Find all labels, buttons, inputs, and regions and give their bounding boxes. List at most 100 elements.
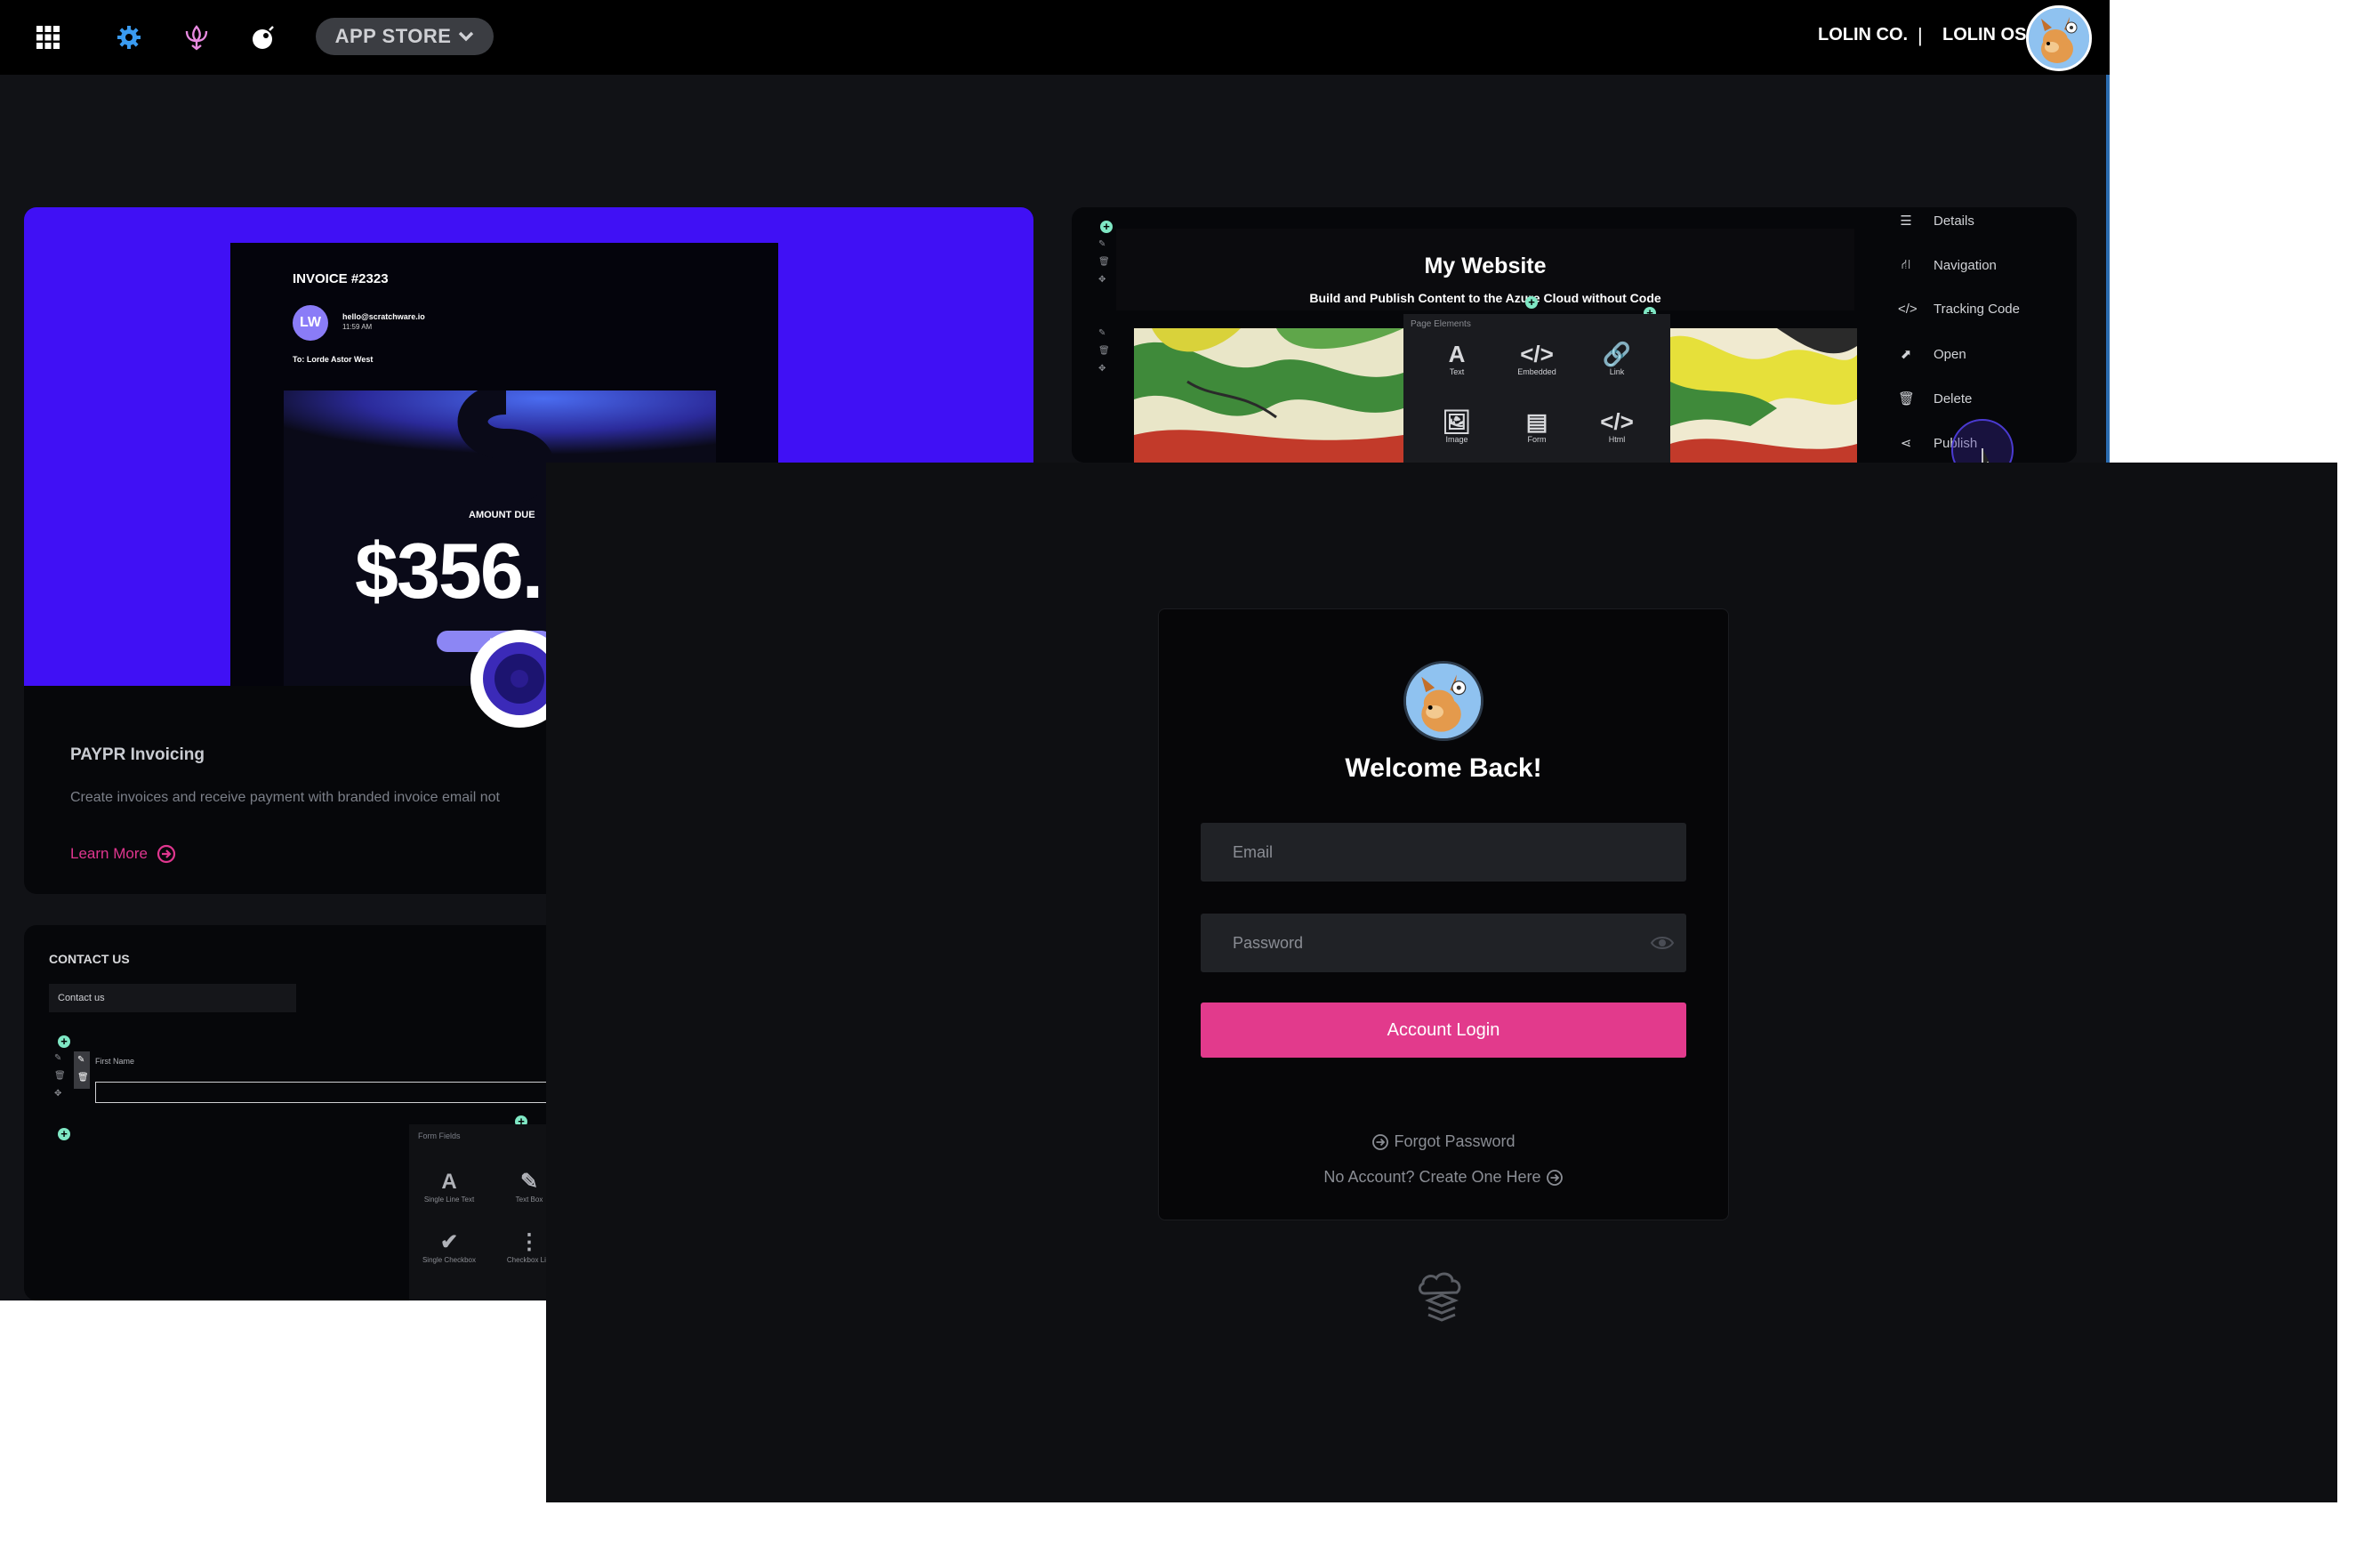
- font-icon: A: [441, 1170, 457, 1194]
- trash-icon[interactable]: 🗑: [77, 1073, 89, 1083]
- forgot-password-link[interactable]: Forgot Password: [1159, 1132, 1728, 1151]
- menu-item-navigation[interactable]: ⛙ Navigation: [1898, 257, 1997, 274]
- welcome-heading: Welcome Back!: [1345, 753, 1542, 783]
- menu-item-open[interactable]: ⬈ Open: [1898, 346, 1966, 363]
- list-icon: ☰: [1900, 213, 1912, 229]
- share-icon: ⋖: [1900, 436, 1912, 451]
- website-builder-card[interactable]: + ✎ 🗑 ✥ ✎ 🗑 ✥ My Website Build and Publi…: [1072, 207, 2077, 463]
- link-element-button[interactable]: 🔗 Link: [1581, 341, 1652, 376]
- email-field[interactable]: [1201, 823, 1686, 882]
- learn-more-link[interactable]: Learn More: [70, 844, 176, 864]
- single-line-text-button[interactable]: A Single Line Text: [409, 1169, 489, 1204]
- open-external-icon: ⬈: [1900, 347, 1912, 362]
- menu-item-details[interactable]: ☰ Details: [1898, 213, 1974, 229]
- website-subtitle: Build and Publish Content to the Azure C…: [1309, 291, 1661, 305]
- amount-due-label: AMOUNT DUE: [469, 510, 535, 520]
- check-icon: ✔: [439, 1230, 459, 1254]
- form-field-label: Single Line Text: [423, 1196, 475, 1204]
- page-elements-panel: Page Elements A Text </> Embedded 🔗 Link…: [1403, 314, 1670, 463]
- app-name: PAYPR Invoicing: [70, 745, 205, 764]
- menu-item-label: Open: [1934, 346, 1966, 362]
- menu-item-delete[interactable]: 🗑 Delete: [1898, 391, 1972, 407]
- website-title: My Website: [1424, 254, 1547, 278]
- menu-item-label: Tracking Code: [1934, 302, 2020, 317]
- trash-icon[interactable]: 🗑: [1098, 257, 1110, 267]
- html-element-button[interactable]: </> Html: [1581, 408, 1652, 444]
- window-scrollbar[interactable]: [2106, 75, 2110, 463]
- apps-grid-icon[interactable]: [28, 18, 68, 57]
- dog-avatar-icon[interactable]: [2026, 5, 2092, 71]
- element-label: Text: [1449, 367, 1465, 376]
- show-password-eye-icon[interactable]: [1650, 931, 1675, 954]
- page-elements-title: Page Elements: [1411, 319, 1471, 329]
- lotus-icon[interactable]: [177, 18, 216, 57]
- trash-icon[interactable]: 🗑: [54, 1071, 66, 1081]
- arrow-circle-right-icon: [1546, 1170, 1563, 1187]
- form-icon: ▤: [1525, 408, 1548, 435]
- menu-item-label: Navigation: [1934, 258, 1997, 273]
- first-name-label: First Name: [95, 1057, 135, 1066]
- form-fields-title: Form Fields: [418, 1131, 461, 1140]
- login-window: Welcome Back! Account Login Forgot Passw…: [546, 463, 2337, 1502]
- element-label: Html: [1608, 435, 1626, 444]
- code-icon: </>: [1520, 341, 1554, 367]
- menu-item-label: Details: [1934, 213, 1974, 229]
- element-label: Image: [1445, 435, 1468, 444]
- arrow-circle-right-icon: [157, 844, 176, 864]
- element-label: Link: [1609, 367, 1625, 376]
- cloud-layers-icon: [1418, 1272, 1461, 1322]
- form-field-label: Single Checkbox: [422, 1256, 477, 1264]
- forgot-password-label: Forgot Password: [1394, 1132, 1516, 1150]
- arrow-circle-right-icon: [1372, 1134, 1389, 1151]
- move-icon[interactable]: ✥: [54, 1089, 61, 1099]
- website-header-block[interactable]: My Website Build and Publish Content to …: [1116, 229, 1854, 310]
- banner-photo-right: [1670, 328, 1857, 463]
- menu-item-tracking-code[interactable]: </> Tracking Code: [1898, 302, 2020, 317]
- password-field[interactable]: [1201, 914, 1686, 972]
- html-icon: </>: [1600, 408, 1634, 435]
- form-element-button[interactable]: ▤ Form: [1501, 408, 1572, 444]
- menu-item-label: Delete: [1934, 391, 1973, 407]
- add-element-icon[interactable]: +: [1525, 296, 1538, 309]
- edit-icon[interactable]: ✎: [1098, 328, 1106, 338]
- add-field-icon[interactable]: +: [58, 1128, 70, 1140]
- contact-title: CONTACT US: [49, 952, 130, 966]
- top-bar: APP STORE LOLIN CO. | LOLIN OS: [0, 0, 2110, 75]
- trash-icon[interactable]: 🗑: [1098, 346, 1110, 356]
- bomb-icon[interactable]: [245, 18, 284, 57]
- app-store-label: APP STORE: [334, 25, 452, 47]
- learn-more-label: Learn More: [70, 845, 148, 862]
- invoice-time: 11:59 AM: [342, 323, 373, 331]
- edit-icon[interactable]: ✎: [77, 1055, 84, 1065]
- sender-email: hello@scratchware.io: [342, 312, 425, 321]
- trash-icon: 🗑: [1898, 391, 1916, 407]
- edit-icon[interactable]: ✎: [1098, 239, 1106, 249]
- gear-icon[interactable]: [109, 18, 149, 57]
- sitemap-icon: ⛙: [1901, 257, 1911, 272]
- chevron-down-icon: [459, 31, 474, 42]
- create-account-link[interactable]: No Account? Create One Here: [1159, 1168, 1728, 1187]
- website-action-menu: ☰ Details ⛙ Navigation </> Tracking Code…: [1887, 207, 2065, 463]
- contact-heading-field[interactable]: Contact us: [49, 984, 296, 1012]
- login-card: Welcome Back! Account Login Forgot Passw…: [1158, 608, 1729, 1220]
- move-icon[interactable]: ✥: [1098, 275, 1106, 285]
- app-store-button[interactable]: APP STORE: [316, 18, 494, 55]
- contact-us-card[interactable]: CONTACT US Contact us + ✎ 🗑 ✥ ✎ 🗑 First …: [24, 925, 575, 1300]
- dog-avatar-icon: [1403, 661, 1483, 741]
- image-element-button[interactable]: 🖼 Image: [1421, 408, 1492, 444]
- font-icon: A: [1448, 341, 1466, 367]
- link-icon: 🔗: [1602, 341, 1632, 367]
- invoice-recipient: To: Lorde Astor West: [293, 355, 374, 364]
- single-checkbox-button[interactable]: ✔ Single Checkbox: [409, 1229, 489, 1264]
- add-field-icon[interactable]: +: [58, 1035, 70, 1048]
- edit-icon[interactable]: ✎: [54, 1053, 61, 1063]
- text-element-button[interactable]: A Text: [1421, 341, 1492, 376]
- title-separator: |: [1918, 24, 1923, 46]
- first-name-input[interactable]: [95, 1082, 575, 1103]
- create-account-label: No Account? Create One Here: [1323, 1168, 1541, 1186]
- element-label: Form: [1527, 435, 1547, 444]
- account-login-button[interactable]: Account Login: [1201, 1002, 1686, 1058]
- embedded-element-button[interactable]: </> Embedded: [1501, 341, 1572, 376]
- add-section-icon[interactable]: +: [1100, 221, 1113, 233]
- move-icon[interactable]: ✥: [1098, 364, 1106, 374]
